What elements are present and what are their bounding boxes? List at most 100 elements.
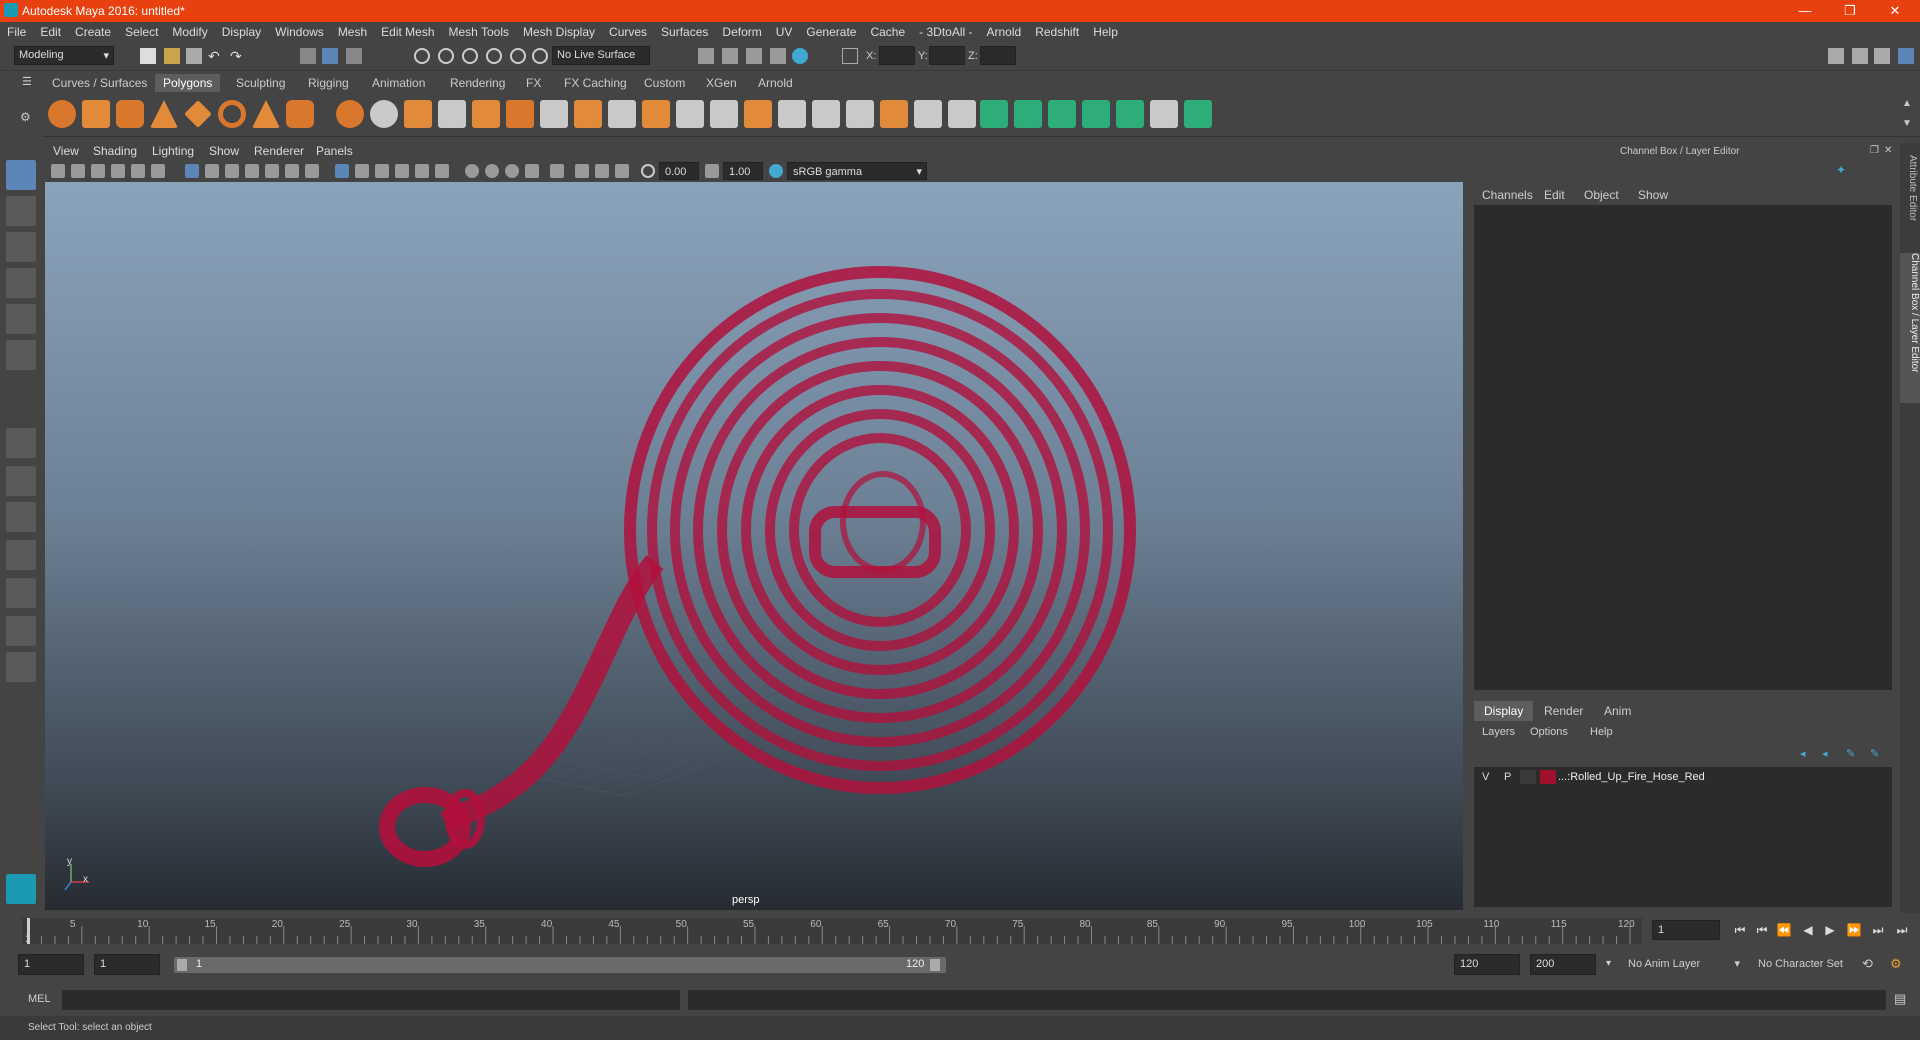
bridge-icon[interactable] bbox=[574, 100, 602, 128]
range-start-handle[interactable] bbox=[177, 959, 187, 971]
chevron-down-icon[interactable]: ▾ bbox=[1606, 958, 1611, 969]
menu-cache[interactable]: Cache bbox=[863, 22, 912, 39]
menu-edit-mesh[interactable]: Edit Mesh bbox=[374, 22, 441, 39]
snap-point-icon[interactable] bbox=[462, 48, 478, 64]
start-time-field[interactable]: 1 bbox=[18, 954, 84, 975]
layer-row[interactable]: V P ...:Rolled_Up_Fire_Hose_Red bbox=[1476, 769, 1890, 787]
tab-arnold[interactable]: Arnold bbox=[750, 74, 801, 92]
resolution-gate-icon[interactable] bbox=[225, 164, 239, 178]
menu-deform[interactable]: Deform bbox=[715, 22, 768, 39]
tab-attribute-editor[interactable]: Attribute Editor bbox=[1902, 155, 1918, 235]
current-time-marker[interactable] bbox=[27, 918, 30, 944]
menu-create[interactable]: Create bbox=[68, 22, 118, 39]
open-scene-icon[interactable] bbox=[164, 48, 180, 64]
triangulate-icon[interactable] bbox=[1014, 100, 1042, 128]
step-back-key-icon[interactable]: ⏮ bbox=[1754, 922, 1770, 938]
minimize-button[interactable]: — bbox=[1785, 2, 1825, 20]
snap-view-icon[interactable] bbox=[486, 48, 502, 64]
play-forward-icon[interactable]: ▶ bbox=[1822, 922, 1838, 938]
menu-edit[interactable]: Edit bbox=[33, 22, 68, 39]
render-view-icon[interactable] bbox=[698, 48, 714, 64]
menu-redshift[interactable]: Redshift bbox=[1028, 22, 1086, 39]
poly-cylinder-icon[interactable] bbox=[116, 100, 144, 128]
gate-mask-icon[interactable] bbox=[245, 164, 259, 178]
cleanup-icon[interactable] bbox=[980, 100, 1008, 128]
menu-curves[interactable]: Curves bbox=[602, 22, 654, 39]
tab-sculpting[interactable]: Sculpting bbox=[228, 74, 293, 92]
select-object-icon[interactable] bbox=[322, 48, 338, 64]
gamma-icon[interactable] bbox=[705, 164, 719, 178]
ipr-render-icon[interactable] bbox=[746, 48, 762, 64]
viewport-menu-show[interactable]: Show bbox=[209, 144, 239, 158]
checker-icon[interactable] bbox=[1150, 100, 1178, 128]
playback-end-field[interactable]: 120 bbox=[1454, 954, 1520, 975]
render-current-icon[interactable] bbox=[722, 48, 738, 64]
shadows-icon[interactable] bbox=[435, 164, 449, 178]
move-layer-down-icon[interactable]: ◂ bbox=[1822, 747, 1828, 760]
tab-render[interactable]: Render bbox=[1534, 704, 1593, 718]
separate-icon[interactable] bbox=[370, 100, 398, 128]
anti-aliasing-icon[interactable] bbox=[505, 164, 519, 178]
mirror-icon[interactable] bbox=[506, 100, 534, 128]
tab-xgen[interactable]: XGen bbox=[698, 74, 745, 92]
reduce-icon[interactable] bbox=[472, 100, 500, 128]
use-all-lights-icon[interactable] bbox=[415, 164, 429, 178]
shelf-scroll-down-icon[interactable]: ▼ bbox=[1902, 118, 1912, 129]
layer-color-swatch[interactable] bbox=[1540, 770, 1556, 784]
exposure-icon[interactable] bbox=[641, 164, 655, 178]
isolate-select-icon[interactable] bbox=[550, 164, 564, 178]
menu-cb-edit[interactable]: Edit bbox=[1544, 188, 1565, 202]
append-polygon-icon[interactable] bbox=[608, 100, 636, 128]
exposure-field[interactable]: 0.00 bbox=[659, 162, 699, 180]
tab-rigging[interactable]: Rigging bbox=[300, 74, 357, 92]
boolean-icon[interactable] bbox=[404, 100, 432, 128]
move-tool-icon[interactable] bbox=[6, 268, 36, 298]
uv-layout-icon[interactable] bbox=[6, 616, 36, 646]
gamma-field[interactable]: 1.00 bbox=[723, 162, 763, 180]
grease-pencil-icon[interactable] bbox=[151, 164, 165, 178]
depth-of-field-icon[interactable] bbox=[525, 164, 539, 178]
smooth-icon[interactable] bbox=[438, 100, 466, 128]
menu-arnold[interactable]: Arnold bbox=[980, 22, 1029, 39]
channel-box-toggle-icon[interactable] bbox=[1898, 48, 1914, 64]
xray-components-icon[interactable] bbox=[615, 164, 629, 178]
tab-fx-caching[interactable]: FX Caching bbox=[556, 74, 635, 92]
viewport-menu-view[interactable]: View bbox=[53, 144, 79, 158]
layer-type-toggle[interactable] bbox=[1520, 770, 1536, 784]
mel-label[interactable]: MEL bbox=[28, 993, 51, 1005]
transform-mode-icon[interactable] bbox=[842, 48, 858, 64]
menu-channels[interactable]: Channels bbox=[1482, 188, 1533, 202]
poly-torus-icon[interactable] bbox=[218, 100, 246, 128]
layer-visibility-toggle[interactable]: V bbox=[1482, 771, 1489, 783]
uv-auto-icon[interactable] bbox=[880, 100, 908, 128]
restore-button[interactable]: ❐ bbox=[1830, 2, 1870, 20]
menu-3dtoall[interactable]: - 3DtoAll - bbox=[912, 22, 979, 39]
attribute-editor-toggle-icon[interactable] bbox=[1852, 48, 1868, 64]
poly-pipe-icon[interactable] bbox=[286, 100, 314, 128]
end-time-field[interactable]: 200 bbox=[1530, 954, 1596, 975]
viewport-menu-renderer[interactable]: Renderer bbox=[254, 144, 304, 158]
uv-planar-icon[interactable] bbox=[846, 100, 874, 128]
tab-curves-surfaces[interactable]: Curves / Surfaces bbox=[44, 74, 155, 92]
camera-select-icon[interactable] bbox=[51, 164, 65, 178]
target-weld-icon[interactable] bbox=[710, 100, 738, 128]
fill-hole-icon[interactable] bbox=[1082, 100, 1110, 128]
motion-blur-icon[interactable] bbox=[485, 164, 499, 178]
select-tool-icon[interactable] bbox=[6, 160, 36, 190]
step-forward-frame-icon[interactable]: ⏩ bbox=[1846, 922, 1862, 938]
tab-custom[interactable]: Custom bbox=[636, 74, 693, 92]
menu-windows[interactable]: Windows bbox=[268, 22, 331, 39]
mode-selector[interactable]: Modeling ▾ bbox=[14, 46, 114, 65]
poly-cone-icon[interactable] bbox=[150, 100, 178, 128]
ambient-occlusion-icon[interactable] bbox=[465, 164, 479, 178]
quadrangulate-icon[interactable] bbox=[1048, 100, 1076, 128]
tool-settings-icon[interactable] bbox=[1874, 48, 1890, 64]
safe-title-icon[interactable] bbox=[305, 164, 319, 178]
script-editor-icon[interactable]: ▤ bbox=[1894, 991, 1906, 1007]
menu-layer-help[interactable]: Help bbox=[1590, 726, 1613, 738]
menu-surfaces[interactable]: Surfaces bbox=[654, 22, 715, 39]
undo-icon[interactable]: ↶ bbox=[208, 48, 224, 64]
new-scene-icon[interactable] bbox=[140, 48, 156, 64]
lasso-tool-icon[interactable] bbox=[6, 196, 36, 226]
shelf-scroll-up-icon[interactable]: ▲ bbox=[1902, 98, 1912, 109]
